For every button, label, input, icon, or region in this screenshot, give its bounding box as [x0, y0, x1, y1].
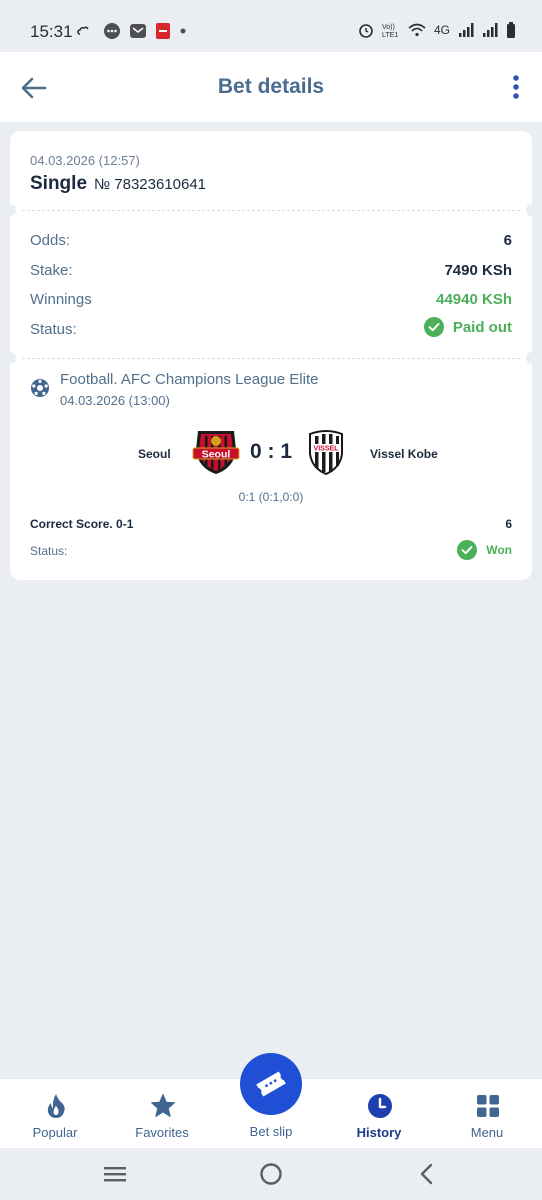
flame-icon — [47, 1094, 65, 1118]
more-vertical-icon — [513, 75, 519, 99]
away-team-name: Vissel Kobe — [370, 447, 438, 461]
divider — [22, 210, 520, 211]
bet-type: Single — [30, 173, 88, 194]
selection-status: Won — [457, 540, 512, 560]
winnings-value: 44940 KSh — [436, 291, 512, 308]
vissel-kobe-logo: VISSEL — [309, 430, 343, 476]
bet-status: Paid out — [423, 317, 512, 337]
more-options-button[interactable] — [508, 73, 524, 103]
network-type: 4G — [433, 23, 450, 37]
selection-status-text: Won — [486, 543, 512, 557]
bet-slip-button[interactable] — [240, 1053, 302, 1115]
nav-menu[interactable]: Menu — [433, 1079, 541, 1149]
dot-icon — [180, 28, 186, 34]
winnings-label: Winnings — [30, 291, 92, 308]
status-label: Status: — [30, 321, 77, 338]
svg-text:Vo)): Vo)) — [382, 24, 395, 31]
svg-text:VISSEL: VISSEL — [314, 446, 340, 453]
wifi-icon — [408, 23, 426, 37]
market-name: Correct Score. 0-1 — [30, 517, 134, 531]
alarm-icon — [359, 24, 373, 38]
nav-popular[interactable]: Popular — [1, 1079, 109, 1149]
bet-number: № 78323610641 — [94, 176, 207, 193]
page-title: Bet details — [217, 75, 325, 98]
stake-label: Stake: — [30, 262, 73, 279]
odds-value: 6 — [503, 232, 512, 249]
svg-text:LTE1: LTE1 — [382, 32, 398, 38]
home-team-name: Seoul — [138, 447, 171, 461]
ticket-notch — [4, 352, 16, 364]
stake-value: 7490 KSh — [444, 262, 512, 279]
clock-icon — [368, 1094, 392, 1118]
home-circle-icon — [260, 1163, 282, 1185]
weather-icon — [77, 26, 89, 35]
ticket-notch — [526, 204, 538, 216]
grid-icon — [477, 1095, 499, 1117]
football-icon — [31, 379, 49, 397]
nav-menu-label: Menu — [470, 1125, 504, 1140]
app-bar: Bet details — [0, 52, 542, 122]
recent-apps-button[interactable] — [100, 1160, 130, 1188]
home-button[interactable] — [256, 1160, 286, 1188]
nav-history-label: History — [356, 1125, 402, 1140]
nav-history[interactable]: History — [325, 1079, 433, 1149]
match-score: 0 : 1 — [249, 440, 293, 463]
bet-placed-date: 04.03.2026 (12:57) — [30, 153, 140, 168]
nav-favorites[interactable]: Favorites — [108, 1079, 216, 1149]
divider — [22, 358, 520, 359]
status-time: 15:31 — [30, 22, 73, 41]
selection-status-label: Status: — [30, 544, 68, 558]
match-date: 04.03.2026 (13:00) — [60, 393, 170, 408]
system-navigation-bar — [0, 1148, 542, 1200]
selection-odds: 6 — [505, 517, 512, 531]
ticket-icon — [256, 1071, 286, 1097]
nav-bet-slip-label[interactable]: Bet slip — [216, 1124, 326, 1139]
odds-label: Odds: — [30, 232, 71, 249]
ticket-notch — [4, 204, 16, 216]
app-notification-icon — [156, 23, 170, 39]
messages-icon — [104, 23, 120, 39]
mail-icon — [130, 24, 146, 38]
league-name: Football. AFC Champions League Elite — [60, 371, 319, 388]
check-circle-icon — [423, 317, 444, 337]
bet-details-card: 04.03.2026 (12:57) Single № 78323610641 … — [4, 131, 538, 580]
status-bar: 15:31 Vo)) LTE1 4G — [0, 0, 542, 52]
nav-popular-label: Popular — [32, 1125, 78, 1140]
system-back-button[interactable] — [412, 1160, 442, 1188]
check-circle-icon — [457, 540, 478, 560]
ticket-notch — [526, 352, 538, 364]
svg-text:Seoul: Seoul — [202, 449, 231, 461]
nav-favorites-label: Favorites — [135, 1125, 189, 1140]
recent-apps-icon — [104, 1167, 126, 1182]
seoul-logo: Seoul — [192, 431, 240, 474]
signal-icon — [483, 23, 498, 37]
period-score: 0:1 (0:1,0:0) — [238, 490, 304, 504]
system-status-icons: Vo)) LTE1 4G — [358, 22, 516, 38]
signal-icon — [459, 23, 474, 37]
notification-icons — [77, 22, 187, 40]
star-icon — [151, 1094, 175, 1117]
bet-status-text: Paid out — [452, 318, 512, 336]
volte-icon: Vo))LTE1 — [382, 24, 398, 38]
battery-icon — [507, 22, 515, 38]
chevron-left-icon — [420, 1163, 433, 1185]
